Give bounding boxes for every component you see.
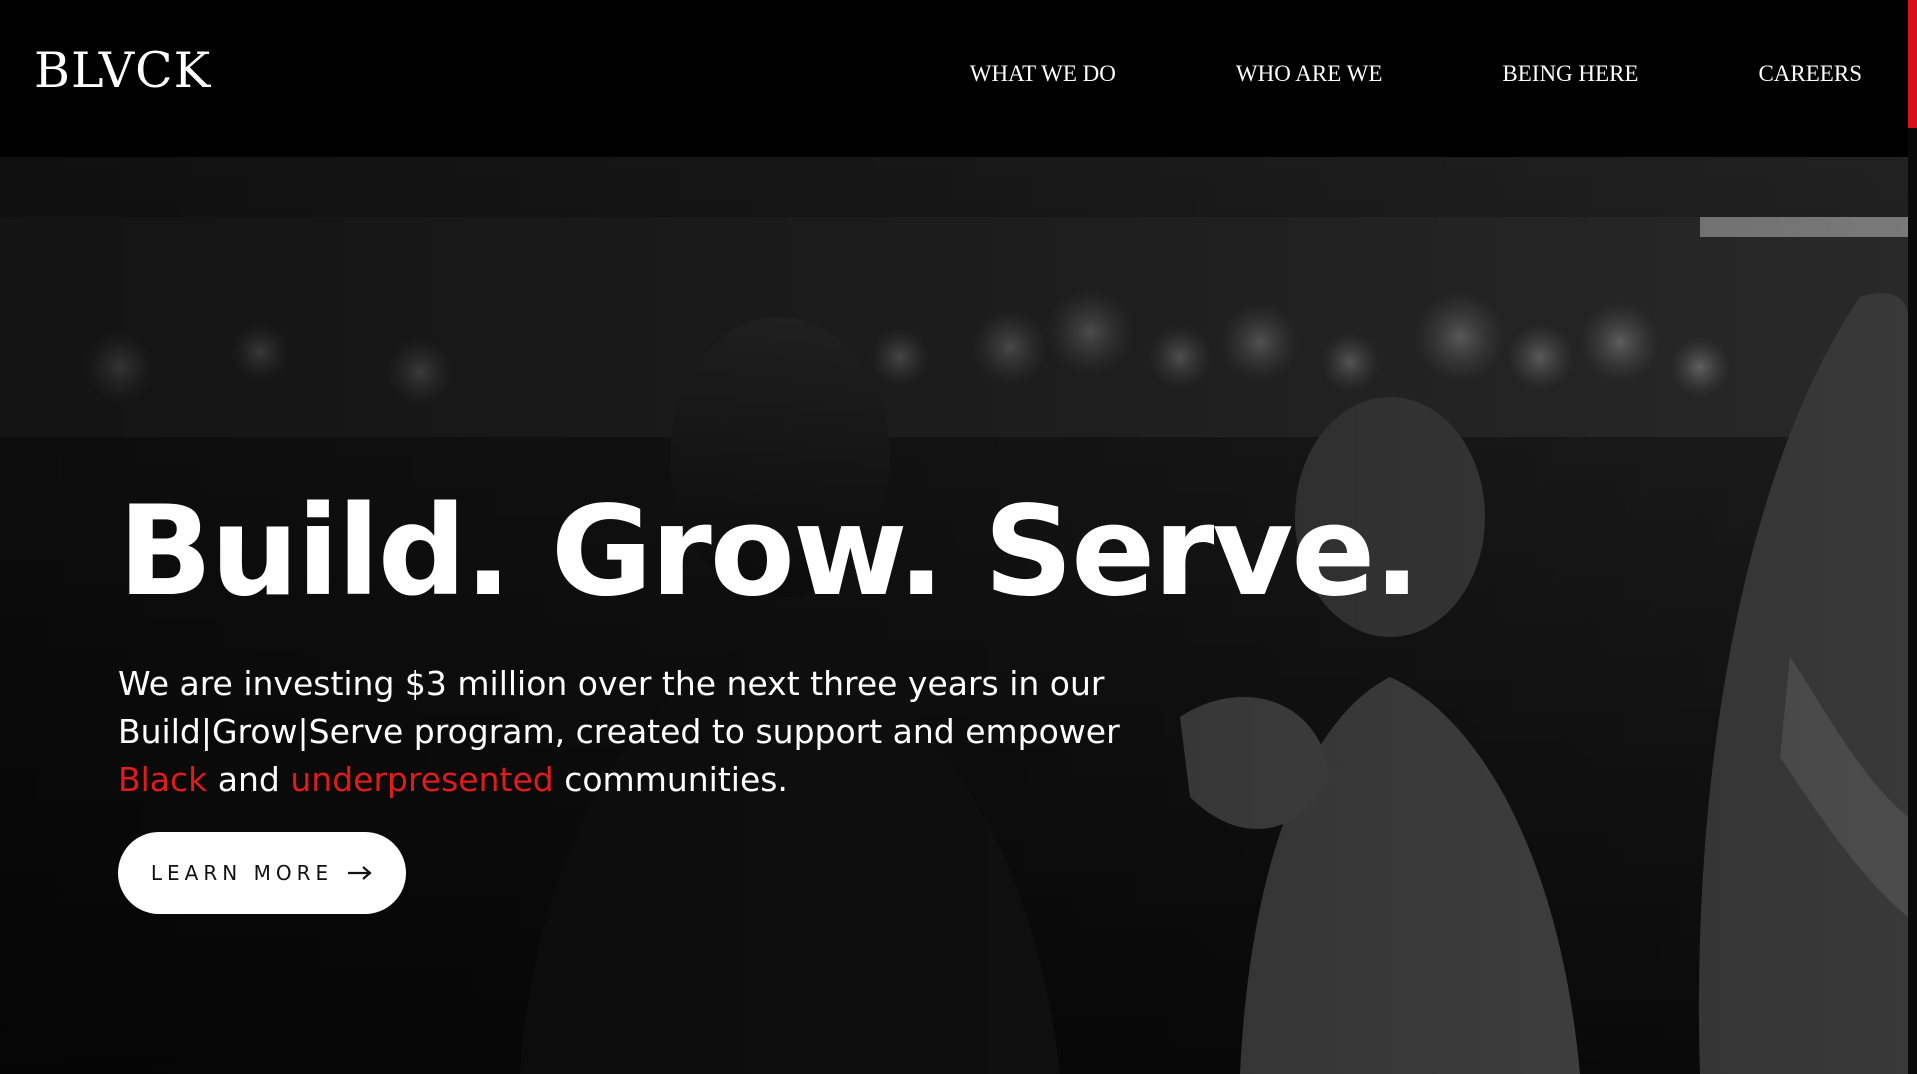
hero-desc-highlight-black: Black xyxy=(118,760,208,799)
nav-item-being-here[interactable]: BEING HERE xyxy=(1502,60,1638,88)
site-logo[interactable]: BLVCK xyxy=(34,46,211,95)
hero-desc-text-3: communities. xyxy=(553,760,788,799)
hero-desc-highlight-underpresented: underpresented xyxy=(290,760,554,799)
hero-desc-text-1: We are investing $3 million over the nex… xyxy=(118,664,1120,751)
scrollbar-thumb[interactable] xyxy=(1908,0,1917,128)
page: BLVCK WHAT WE DO WHO ARE WE BEING HERE C… xyxy=(0,0,1917,1074)
main-nav: WHAT WE DO WHO ARE WE BEING HERE CAREERS xyxy=(970,60,1862,88)
nav-item-who-are-we[interactable]: WHO ARE WE xyxy=(1236,60,1383,88)
learn-more-label: LEARN MORE xyxy=(150,861,334,885)
scrollbar-track[interactable] xyxy=(1908,128,1917,1074)
nav-item-what-we-do[interactable]: WHAT WE DO xyxy=(970,60,1116,88)
arrow-right-icon xyxy=(348,866,372,880)
hero-description: We are investing $3 million over the nex… xyxy=(118,660,1218,804)
site-header: BLVCK WHAT WE DO WHO ARE WE BEING HERE C… xyxy=(0,0,1907,157)
nav-item-careers[interactable]: CAREERS xyxy=(1758,60,1862,88)
hero-title: Build. Grow. Serve. xyxy=(118,480,1420,624)
hero-content: Build. Grow. Serve. We are investing $3 … xyxy=(118,480,1420,804)
hero-desc-text-2: and xyxy=(207,760,291,799)
learn-more-button[interactable]: LEARN MORE xyxy=(118,832,406,914)
